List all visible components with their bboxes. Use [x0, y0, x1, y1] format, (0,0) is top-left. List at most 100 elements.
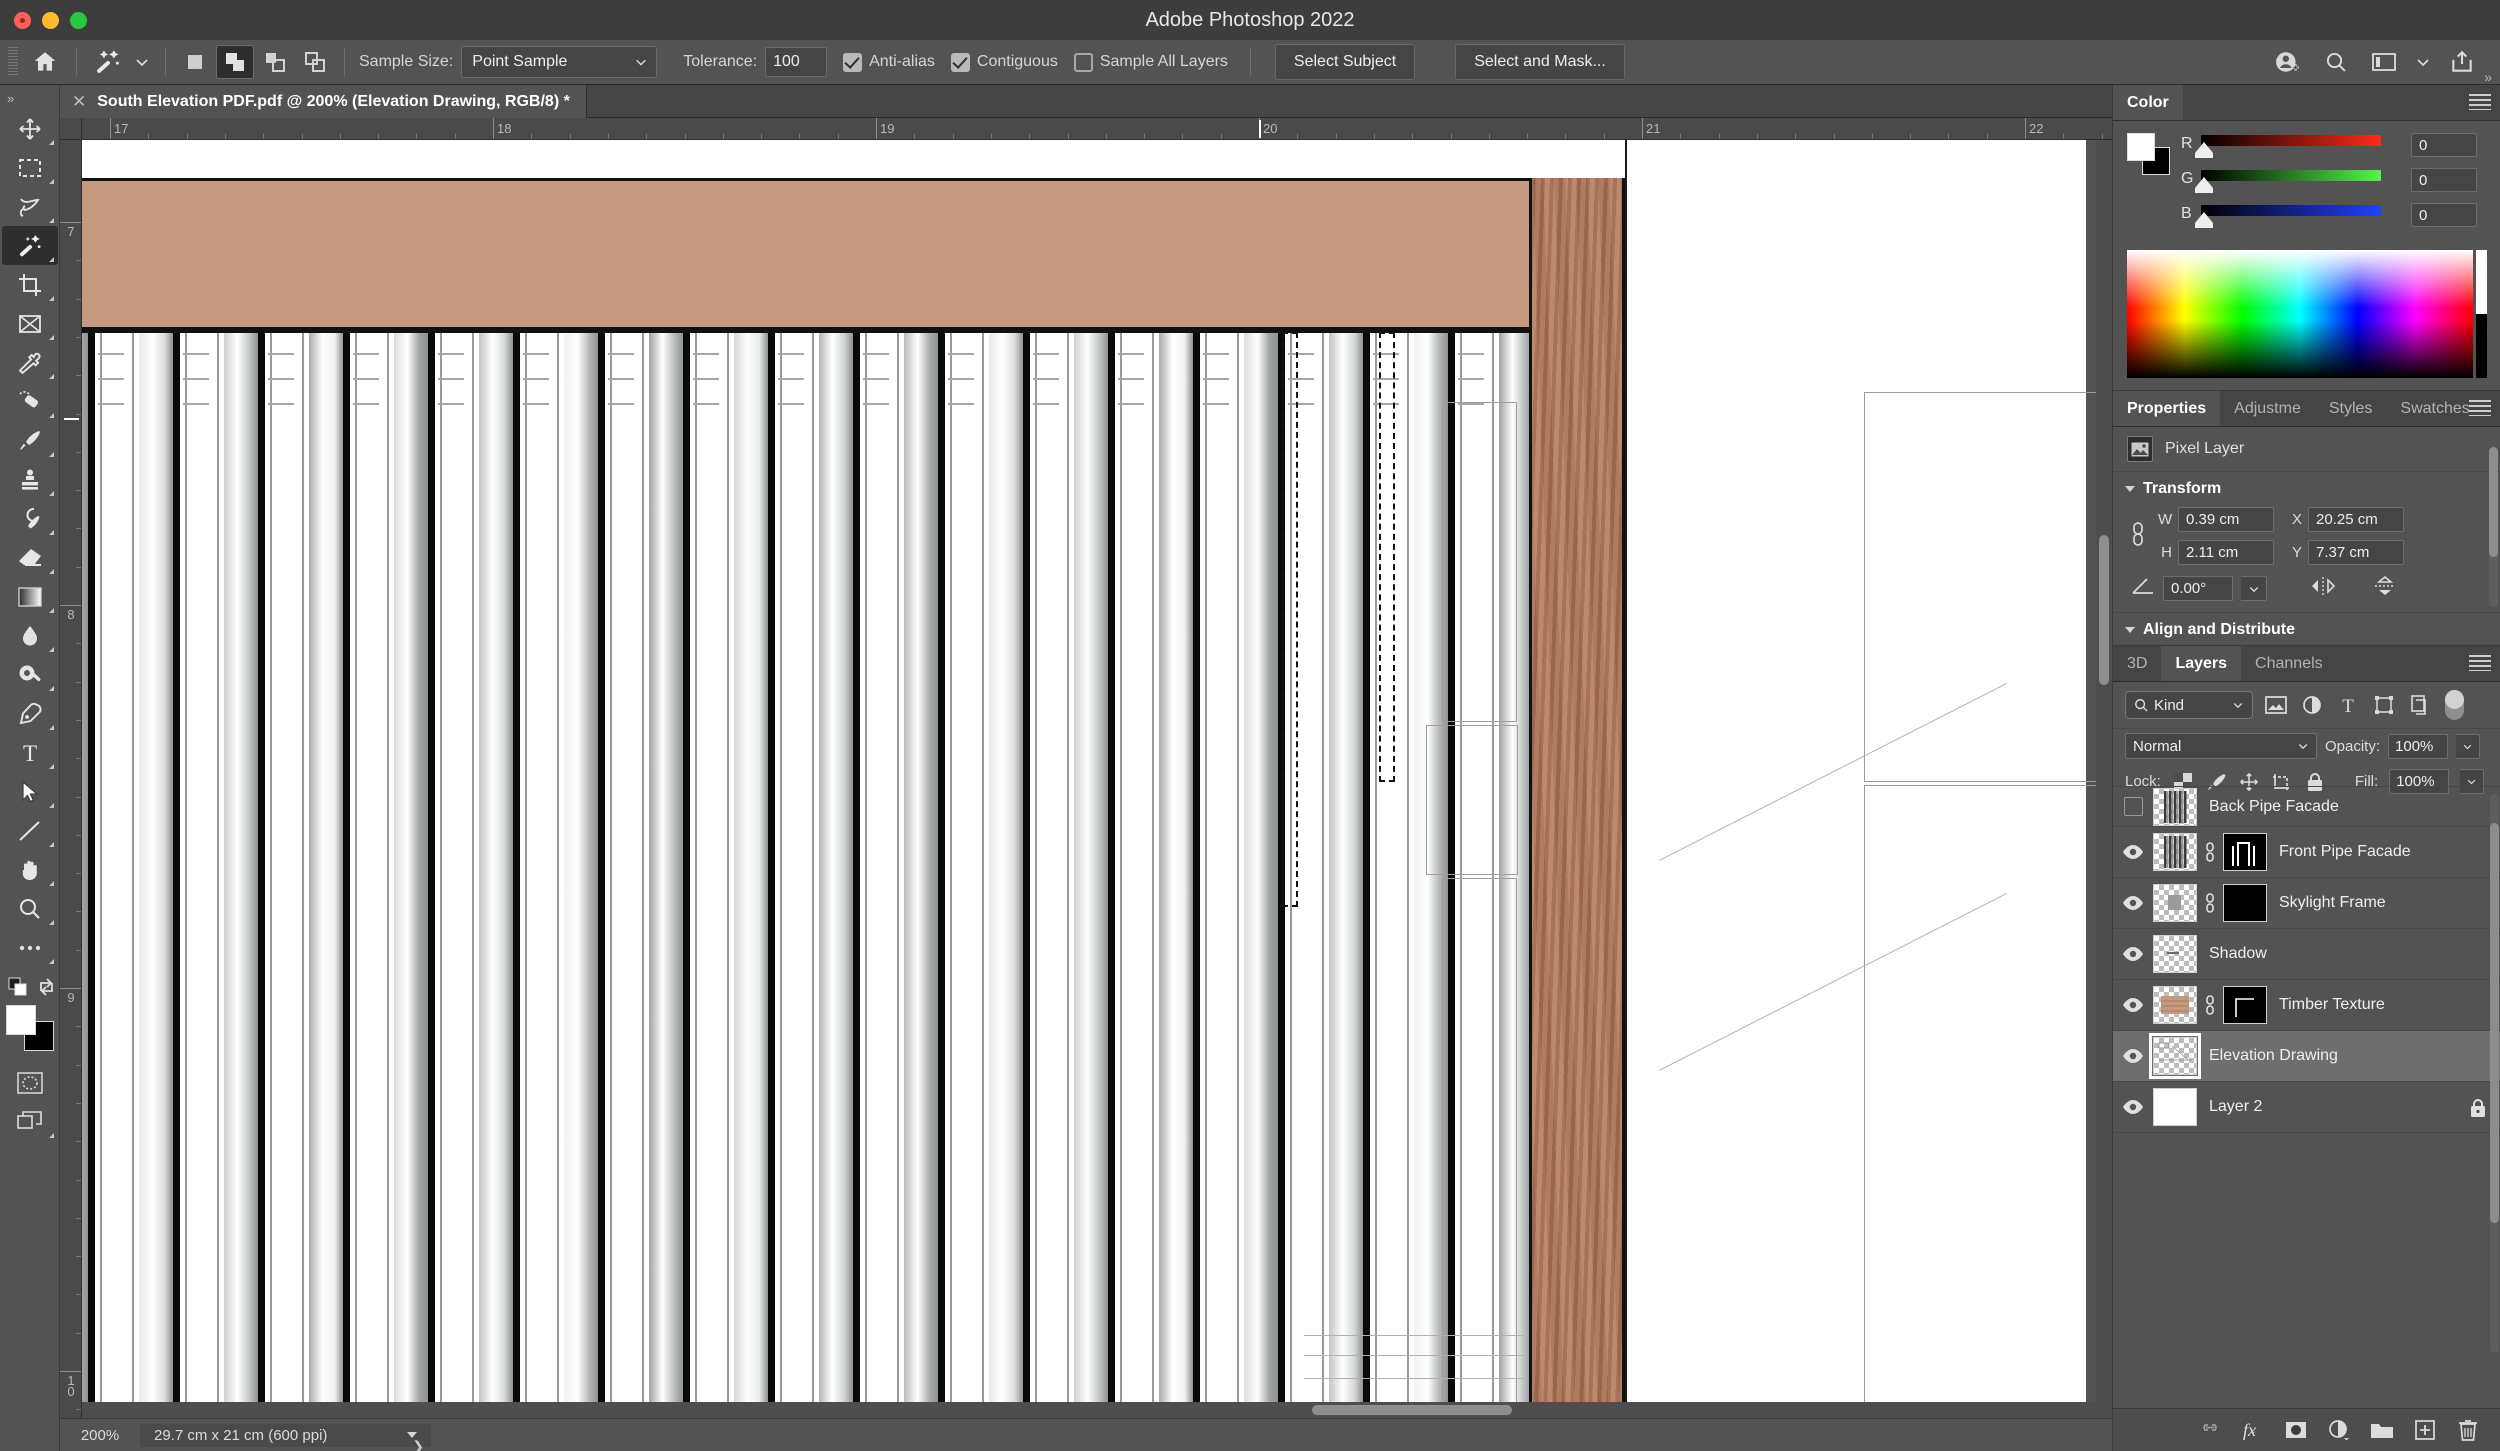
default-colors-icon[interactable] — [8, 977, 30, 997]
filter-shape-icon[interactable] — [2371, 693, 2397, 717]
pen-tool[interactable] — [2, 694, 58, 733]
sample-all-layers-checkbox[interactable]: Sample All Layers — [1073, 52, 1228, 72]
layer-thumbnail[interactable] — [2153, 833, 2197, 871]
contiguous-checkbox[interactable]: Contiguous — [950, 52, 1058, 72]
select-and-mask-button[interactable]: Select and Mask... — [1455, 44, 1625, 80]
path-selection-tool[interactable] — [2, 772, 58, 811]
green-slider[interactable] — [2195, 170, 2381, 193]
link-layers-icon[interactable] — [2197, 1417, 2223, 1443]
subtract-from-selection-button[interactable] — [256, 45, 294, 79]
add-user-icon[interactable] — [2266, 44, 2310, 80]
layer-thumbnail[interactable] — [2153, 986, 2197, 1024]
active-tool-magic-wand-icon[interactable] — [87, 44, 129, 80]
layer-mask-thumbnail[interactable] — [2223, 986, 2267, 1024]
zoom-tool[interactable] — [2, 889, 58, 928]
type-tool[interactable]: T — [2, 733, 58, 772]
edit-toolbar-button[interactable] — [2, 928, 58, 967]
hand-tool[interactable] — [2, 850, 58, 889]
table-row[interactable]: Back Pipe Facade — [2113, 787, 2500, 827]
layer-thumbnail[interactable] — [2153, 1088, 2197, 1126]
select-subject-button[interactable]: Select Subject — [1274, 44, 1416, 80]
eyedropper-tool[interactable] — [2, 343, 58, 382]
layer-filter-kind-select[interactable]: Kind — [2125, 691, 2253, 719]
link-aspect-icon[interactable] — [2129, 519, 2151, 554]
new-selection-button[interactable] — [176, 45, 214, 79]
tools-panel-expand-icon[interactable]: » — [0, 91, 59, 109]
add-layer-mask-icon[interactable] — [2283, 1417, 2309, 1443]
spot-healing-brush-tool[interactable] — [2, 382, 58, 421]
frame-tool[interactable] — [2, 304, 58, 343]
blend-mode-select[interactable]: Normal — [2125, 733, 2317, 759]
options-bar-grip[interactable] — [8, 47, 18, 77]
filter-enable-toggle[interactable] — [2445, 690, 2464, 720]
tolerance-input[interactable]: 100 — [765, 47, 828, 77]
width-input[interactable]: 0.39 cm — [2178, 507, 2274, 532]
lasso-tool[interactable] — [2, 187, 58, 226]
active-marquee-selection-1[interactable] — [1282, 332, 1298, 907]
layer-visibility-eye-icon[interactable] — [2113, 895, 2153, 911]
layer-visibility-off-checkbox[interactable] — [2113, 797, 2153, 816]
opacity-chevron-down-icon[interactable] — [2456, 733, 2481, 759]
filter-type-icon[interactable]: T — [2335, 693, 2361, 717]
adjustment-layer-icon[interactable] — [2326, 1417, 2352, 1443]
filter-pixel-icon[interactable] — [2263, 693, 2289, 717]
layer-visibility-eye-icon[interactable] — [2113, 844, 2153, 860]
screen-mode-button[interactable] — [2, 1102, 58, 1141]
magic-wand-tool[interactable] — [2, 226, 58, 265]
dock-collapse-icon[interactable]: » — [2484, 69, 2492, 85]
search-icon[interactable] — [2314, 44, 2358, 80]
blue-slider[interactable] — [2195, 205, 2381, 228]
blue-value-input[interactable]: 0 — [2411, 203, 2477, 227]
document-canvas[interactable] — [82, 140, 2104, 1418]
layer-styles-icon[interactable]: fx — [2240, 1417, 2266, 1443]
close-window-button[interactable] — [14, 12, 31, 29]
anti-alias-checkbox[interactable]: Anti-alias — [843, 52, 935, 72]
workspace-chevron-down-icon[interactable] — [2410, 44, 2436, 80]
layer-thumbnail[interactable] — [2153, 935, 2197, 973]
layer-visibility-eye-icon[interactable] — [2113, 1099, 2153, 1115]
layer-list-scrollbar[interactable] — [2490, 793, 2499, 1353]
green-slider-knob[interactable] — [2195, 177, 2213, 193]
layer-visibility-eye-icon[interactable] — [2113, 997, 2153, 1013]
red-value-input[interactable]: 0 — [2411, 133, 2477, 157]
foreground-color-swatch[interactable] — [2127, 133, 2155, 161]
share-icon[interactable] — [2440, 44, 2484, 80]
crop-tool[interactable] — [2, 265, 58, 304]
transform-section-title[interactable]: Transform — [2125, 480, 2487, 498]
line-tool[interactable] — [2, 811, 58, 850]
delete-layer-icon[interactable] — [2455, 1417, 2481, 1443]
chevron-right-icon[interactable]: ❯ — [407, 1432, 424, 1451]
add-to-selection-button[interactable] — [216, 45, 254, 79]
panel-menu-icon[interactable] — [2469, 94, 2491, 110]
canvas-viewport[interactable] — [82, 140, 2112, 1418]
tab-channels[interactable]: Channels — [2241, 646, 2337, 681]
brush-tool[interactable] — [2, 421, 58, 460]
vertical-ruler[interactable]: 7 8 9 10 — [60, 140, 82, 1418]
tab-styles[interactable]: Styles — [2314, 391, 2387, 426]
vertical-scroll-thumb[interactable] — [2099, 535, 2109, 685]
new-group-icon[interactable] — [2369, 1417, 2395, 1443]
tab-layers[interactable]: Layers — [2161, 646, 2242, 681]
color-spectrum[interactable] — [2127, 250, 2487, 378]
document-info[interactable]: 29.7 cm x 21 cm (600 ppi) ❯ — [140, 1423, 432, 1451]
tool-preset-chevron-down-icon[interactable] — [129, 44, 155, 80]
flip-horizontal-icon[interactable] — [2309, 576, 2337, 601]
layer-visibility-eye-icon[interactable] — [2113, 946, 2153, 962]
color-spectrum-ramp[interactable] — [2127, 250, 2473, 378]
window-controls[interactable] — [14, 12, 87, 29]
dodge-tool[interactable] — [2, 655, 58, 694]
layer-mask-link-icon[interactable] — [2197, 840, 2223, 864]
ruler-origin[interactable] — [60, 118, 82, 140]
layer-thumbnail[interactable] — [2153, 884, 2197, 922]
color-spectrum-grayscale-strip[interactable] — [2476, 250, 2487, 378]
selection-mode-group[interactable] — [176, 45, 334, 79]
color-panel-swatches[interactable] — [2127, 133, 2170, 177]
maximize-window-button[interactable] — [70, 12, 87, 29]
layer-thumbnail[interactable] — [2153, 787, 2197, 826]
active-marquee-selection-2[interactable] — [1379, 332, 1395, 782]
table-row[interactable]: Layer 2 — [2113, 1082, 2500, 1133]
layer-mask-thumbnail[interactable] — [2223, 833, 2267, 871]
filter-adjustment-icon[interactable] — [2299, 693, 2325, 717]
angle-chevron-down-icon[interactable] — [2241, 576, 2267, 601]
intersect-selection-button[interactable] — [296, 45, 334, 79]
